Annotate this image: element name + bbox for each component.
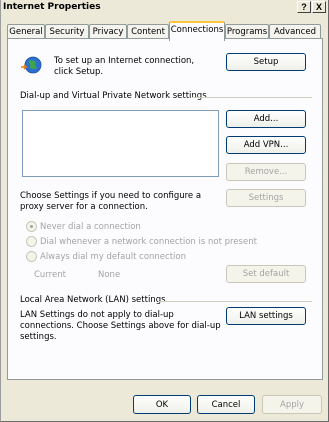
remove-button[interactable]: Remove... (226, 163, 306, 181)
lan-settings-button[interactable]: LAN settings (226, 307, 306, 325)
current-label: Current (34, 270, 66, 280)
cancel-button[interactable]: Cancel (197, 395, 255, 414)
radio-dial-whenever-label: Dial whenever a network connection is no… (40, 236, 257, 247)
internet-properties-dialog: Internet Properties ? X General Security… (0, 0, 329, 422)
radio-indicator[interactable] (26, 251, 37, 262)
radio-never-dial[interactable]: Never dial a connection (26, 221, 141, 232)
title-bar: Internet Properties ? X (1, 0, 328, 14)
globe-connection-icon (20, 54, 42, 76)
window-title: Internet Properties (3, 2, 101, 12)
radio-indicator[interactable] (26, 236, 37, 247)
proxy-settings-description: Choose Settings if you need to configure… (20, 191, 202, 212)
radio-always-dial-label: Always dial my default connection (40, 251, 186, 262)
set-default-button[interactable]: Set default (226, 265, 306, 283)
radio-dial-whenever[interactable]: Dial whenever a network connection is no… (26, 236, 257, 247)
add-vpn-button[interactable]: Add VPN... (226, 136, 306, 154)
close-button[interactable]: X (312, 1, 326, 13)
dialup-group-label: Dial-up and Virtual Private Network sett… (20, 91, 207, 101)
help-button[interactable]: ? (297, 1, 311, 13)
apply-button[interactable]: Apply (262, 395, 322, 414)
radio-always-dial[interactable]: Always dial my default connection (26, 251, 186, 262)
dialup-group-divider (192, 97, 312, 98)
connections-panel: To set up an Internet connection, click … (7, 38, 323, 380)
tab-connections[interactable]: Connections (169, 21, 225, 41)
settings-button[interactable]: Settings (226, 189, 306, 207)
ok-button[interactable]: OK (133, 395, 191, 414)
setup-button[interactable]: Setup (226, 53, 306, 71)
tab-strip: General Security Privacy Content Connect… (7, 21, 325, 41)
radio-indicator[interactable] (26, 221, 37, 232)
add-button[interactable]: Add... (226, 110, 306, 128)
setup-description: To set up an Internet connection, click … (54, 56, 195, 77)
connections-listbox[interactable] (22, 110, 219, 177)
lan-description: LAN Settings do not apply to dial-up con… (20, 310, 221, 342)
current-value: None (98, 270, 121, 280)
lan-group-divider (158, 301, 312, 302)
radio-never-dial-label: Never dial a connection (40, 221, 141, 232)
lan-group-label: Local Area Network (LAN) settings (20, 295, 166, 305)
